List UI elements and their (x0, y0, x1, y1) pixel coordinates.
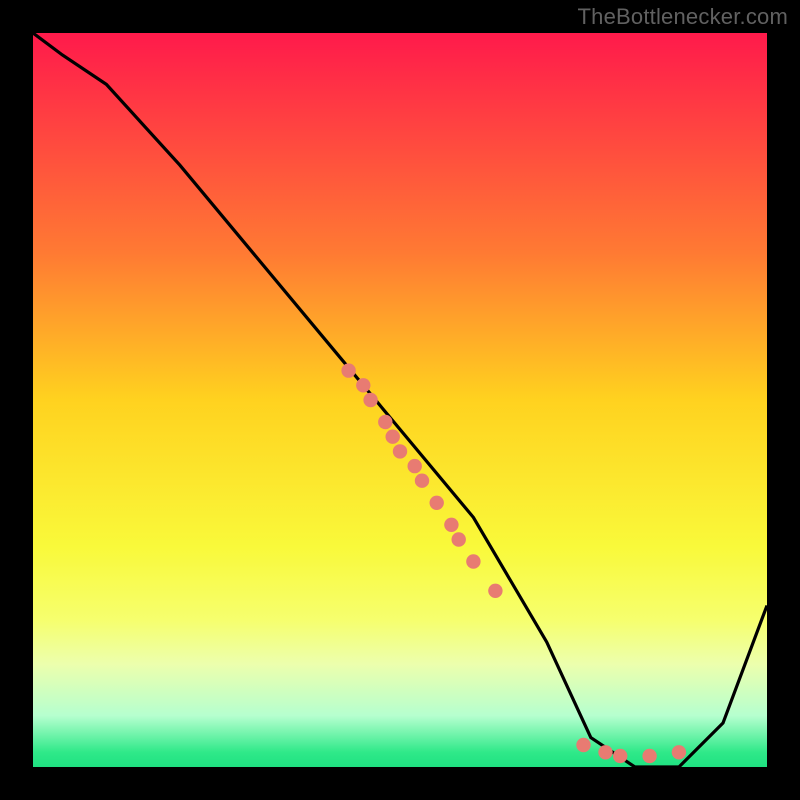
data-marker (452, 532, 466, 546)
data-marker (598, 745, 612, 759)
data-marker (341, 363, 355, 377)
data-marker (488, 584, 502, 598)
watermark-text: TheBottlenecker.com (578, 4, 788, 30)
data-marker (444, 518, 458, 532)
chart-area (33, 33, 767, 767)
data-marker (613, 749, 627, 763)
data-marker (415, 474, 429, 488)
chart-svg (33, 33, 767, 767)
data-marker (363, 393, 377, 407)
data-marker (386, 430, 400, 444)
data-marker (408, 459, 422, 473)
chart-background (33, 33, 767, 767)
data-marker (430, 496, 444, 510)
data-marker (672, 745, 686, 759)
data-marker (642, 749, 656, 763)
data-marker (356, 378, 370, 392)
data-marker (576, 738, 590, 752)
data-marker (466, 554, 480, 568)
data-marker (393, 444, 407, 458)
data-marker (378, 415, 392, 429)
